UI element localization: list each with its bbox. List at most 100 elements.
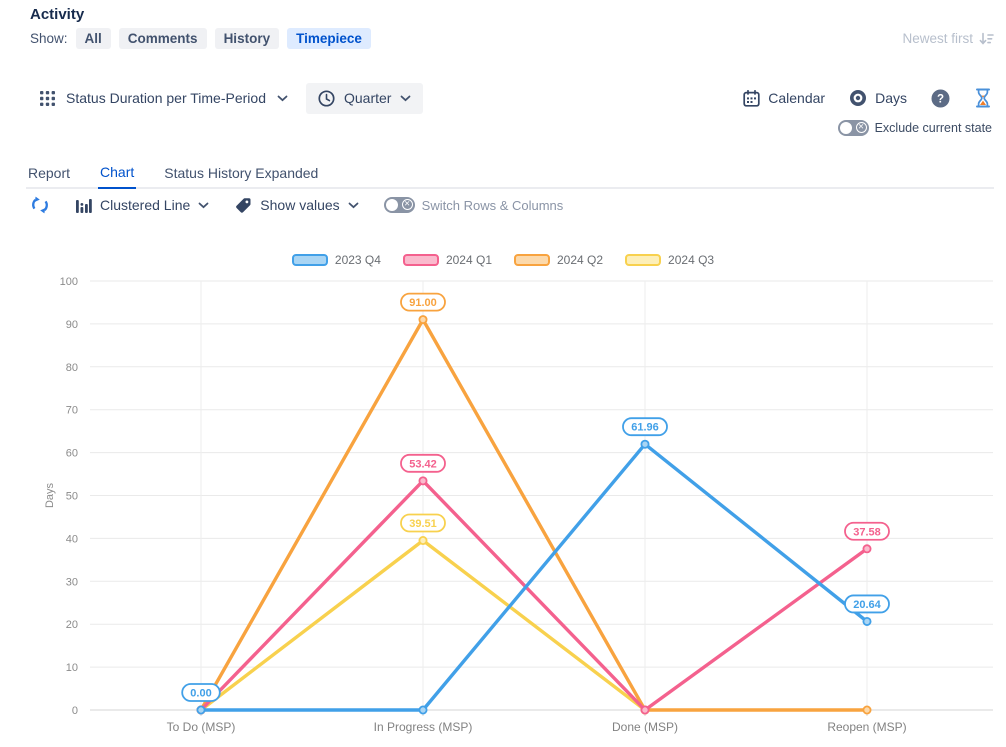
value-label: 0.00 [190,688,211,700]
y-tick-label: 50 [66,491,78,503]
chevron-down-icon [198,202,209,209]
sort-order-label: Newest first [902,31,973,46]
svg-text:?: ? [937,93,944,105]
x-axis-label: To Do (MSP) [167,720,236,734]
toggle-x-icon: ✕ [856,122,867,133]
switch-rows-columns-control: ✕ Switch Rows & Columns [384,197,564,213]
legend-label: 2024 Q2 [557,253,603,267]
show-label: Show: [30,31,68,46]
grid-dots-icon [40,91,55,106]
data-point[interactable] [419,316,426,323]
exclude-current-state-toggle[interactable]: ✕ [838,120,869,136]
legend-label: 2023 Q4 [335,253,381,267]
value-label: 20.64 [853,599,881,611]
hourglass-icon[interactable] [974,88,992,108]
unit-label: Days [875,90,907,106]
tab-chart[interactable]: Chart [98,158,136,189]
chart-controls: Clustered Line Show values ✕ Switch Rows… [30,195,563,215]
switch-rows-columns-label: Switch Rows & Columns [422,198,564,213]
help-icon[interactable]: ? [931,89,950,108]
status-duration-line-chart: 0 10 20 30 40 50 60 70 80 90 100 To Do (MSP) In Prog… [0,275,1006,747]
page-title: Activity [30,6,84,23]
y-tick-label: 80 [66,362,78,374]
series-line [201,320,867,710]
value-label: 39.51 [409,518,437,530]
chevron-down-icon [400,95,411,102]
data-point[interactable] [419,537,426,544]
data-point[interactable] [197,706,204,713]
x-axis-label: In Progress (MSP) [374,720,473,734]
data-point[interactable] [419,477,426,484]
legend-label: 2024 Q1 [446,253,492,267]
unit-days-button[interactable]: Days [849,89,907,107]
legend-item[interactable]: 2024 Q2 [514,253,603,267]
chart-type-selector[interactable]: Clustered Line [75,197,209,213]
value-label: 53.42 [409,458,437,470]
sort-descending-icon [979,32,994,46]
show-values-label: Show values [260,197,339,213]
chart-type-label: Clustered Line [100,197,190,213]
data-point[interactable] [863,706,870,713]
eye-icon [849,89,867,107]
calendar-button[interactable]: Calendar [743,90,825,107]
y-tick-label: 0 [72,705,78,717]
chevron-down-icon [348,202,359,209]
chart-gridlines: 0 10 20 30 40 50 60 70 80 90 100 To Do (MSP) In Prog… [60,276,993,734]
report-type-label: Status Duration per Time-Period [66,90,266,106]
clock-icon [318,90,335,107]
tab-status-history-expanded[interactable]: Status History Expanded [162,159,320,188]
tag-icon [234,196,252,214]
value-label: 37.58 [853,526,881,538]
value-label: 61.96 [631,422,659,434]
legend-swatch [292,254,328,266]
y-tick-label: 60 [66,448,78,460]
value-label: 91.00 [409,297,437,309]
legend-swatch [514,254,550,266]
filter-history-button[interactable]: History [215,28,280,49]
legend-item[interactable]: 2023 Q4 [292,253,381,267]
exclude-current-state-control: ✕ Exclude current state [838,120,992,136]
switch-rows-columns-toggle[interactable]: ✕ [384,197,415,213]
series-line [201,444,867,710]
data-point[interactable] [641,441,648,448]
activity-filter-bar: Show: All Comments History Timepiece [30,28,371,49]
calendar-icon [743,90,760,107]
bar-chart-icon [75,198,92,213]
legend-swatch [403,254,439,266]
y-tick-label: 90 [66,319,78,331]
show-values-selector[interactable]: Show values [234,196,358,214]
timepiece-toolbar: Status Duration per Time-Period Quarter [40,82,992,114]
chevron-down-icon [277,95,288,102]
x-axis-label: Reopen (MSP) [827,720,906,734]
data-point[interactable] [863,618,870,625]
exclude-current-state-label: Exclude current state [875,121,992,135]
toggle-x-icon: ✕ [402,199,413,210]
y-tick-label: 100 [60,276,78,288]
refresh-icon[interactable] [30,195,50,215]
period-selector[interactable]: Quarter [306,83,423,114]
tab-report[interactable]: Report [26,159,72,188]
sort-order-control[interactable]: Newest first [902,31,994,46]
report-tabs: Report Chart Status History Expanded [26,158,994,189]
filter-all-button[interactable]: All [76,28,111,49]
filter-timepiece-button[interactable]: Timepiece [287,28,371,49]
data-point[interactable] [419,706,426,713]
chart-legend: 2023 Q4 2024 Q1 2024 Q2 2024 Q3 [0,253,1006,267]
y-tick-label: 20 [66,619,78,631]
y-tick-label: 40 [66,533,78,545]
data-point[interactable] [641,706,648,713]
period-label: Quarter [344,90,391,106]
y-tick-label: 30 [66,576,78,588]
data-point[interactable] [863,545,870,552]
y-tick-label: 10 [66,662,78,674]
filter-comments-button[interactable]: Comments [119,28,207,49]
calendar-label: Calendar [768,90,825,106]
y-axis-title: Days [44,482,56,508]
report-type-selector[interactable]: Status Duration per Time-Period [40,90,288,106]
y-tick-label: 70 [66,405,78,417]
legend-swatch [625,254,661,266]
legend-item[interactable]: 2024 Q3 [625,253,714,267]
legend-item[interactable]: 2024 Q1 [403,253,492,267]
x-axis-label: Done (MSP) [612,720,678,734]
legend-label: 2024 Q3 [668,253,714,267]
